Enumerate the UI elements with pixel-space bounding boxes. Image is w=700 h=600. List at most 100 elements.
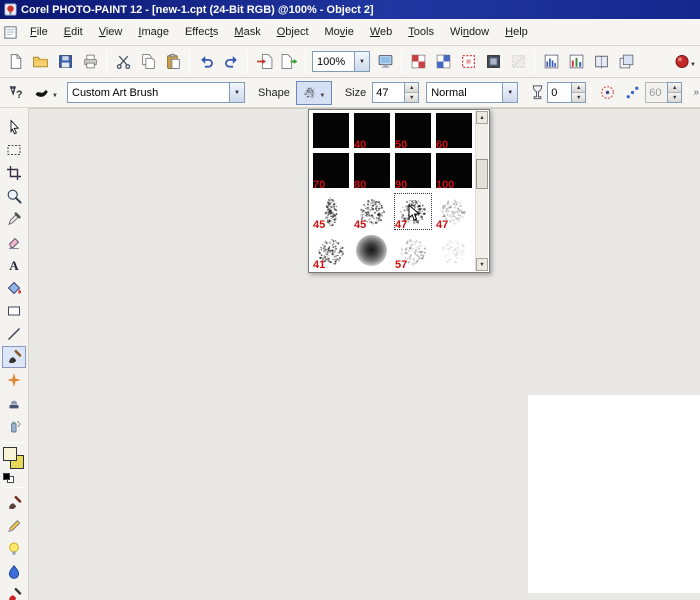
paste-button[interactable] xyxy=(161,50,185,74)
size-decrement-button[interactable] xyxy=(405,92,418,102)
menu-file[interactable]: File xyxy=(22,22,56,42)
size-increment-button[interactable] xyxy=(405,83,418,92)
brush-options-button[interactable] xyxy=(3,81,27,105)
stroke-preview-button[interactable] xyxy=(28,81,64,105)
menu-mask[interactable]: Mask xyxy=(226,22,268,42)
scrollbar-thumb[interactable] xyxy=(476,159,488,189)
transparency-decrement-button[interactable] xyxy=(572,92,585,102)
scroll-down-button[interactable] xyxy=(476,258,488,271)
undo-button[interactable] xyxy=(194,50,218,74)
brush-settings-button[interactable] xyxy=(595,81,619,105)
nib-item-11[interactable]: 47 xyxy=(434,192,474,231)
eraser-tool[interactable] xyxy=(2,231,26,253)
nib-item-12[interactable]: 41 xyxy=(311,232,351,271)
image-sprayer-tool[interactable] xyxy=(2,415,26,437)
redo-button[interactable] xyxy=(219,50,243,74)
toolbar-overflow-chevron[interactable] xyxy=(691,82,700,104)
combo-dropdown-icon[interactable] xyxy=(502,83,517,102)
clone-tool[interactable] xyxy=(2,392,26,414)
combo-dropdown-icon[interactable] xyxy=(354,52,369,71)
nib-item-14[interactable]: 57 xyxy=(393,232,433,271)
dab-attributes-button[interactable] xyxy=(620,81,644,105)
nib-grid: 40 50 60 70 80 90 100 45 45 47 47 41 57 xyxy=(311,112,474,271)
nib-item-8[interactable]: 45 xyxy=(311,192,351,231)
transparency-increment-button[interactable] xyxy=(572,83,585,92)
nib-scrollbar[interactable] xyxy=(475,111,488,271)
zoom-level-combo[interactable]: 100% xyxy=(312,51,370,72)
brush-settings-docker-button[interactable] xyxy=(589,50,613,74)
clear-mask-button[interactable] xyxy=(506,50,530,74)
nib-item-7[interactable]: 100 xyxy=(434,152,474,191)
merge-mode-combo[interactable]: Normal xyxy=(426,82,518,103)
menu-movie[interactable]: Movie xyxy=(317,22,362,42)
nib-item-0[interactable] xyxy=(311,112,351,151)
pencil-icon[interactable] xyxy=(2,515,26,537)
pick-tool[interactable] xyxy=(2,116,26,138)
nib-shape-picker-button[interactable] xyxy=(296,81,332,105)
paint-on-mask-button[interactable] xyxy=(406,50,430,74)
droplet-icon[interactable] xyxy=(2,561,26,583)
cut-button[interactable] xyxy=(111,50,135,74)
paint-tool[interactable] xyxy=(2,346,26,368)
open-button[interactable] xyxy=(28,50,52,74)
nib-item-1[interactable]: 40 xyxy=(352,112,392,151)
document-page[interactable] xyxy=(528,395,700,593)
size-spinner xyxy=(372,82,419,103)
new-button[interactable] xyxy=(3,50,27,74)
rectangle-tool[interactable] xyxy=(2,300,26,322)
combo-dropdown-icon[interactable] xyxy=(229,83,244,102)
nib-item-4[interactable]: 70 xyxy=(311,152,351,191)
nib-item-2[interactable]: 50 xyxy=(393,112,433,151)
mask-marquee-button[interactable] xyxy=(456,50,480,74)
paint-color-swatch[interactable] xyxy=(3,447,17,461)
nib-item-6[interactable]: 90 xyxy=(393,152,433,191)
application-launcher-button[interactable] xyxy=(673,50,697,74)
menu-edit[interactable]: Edit xyxy=(56,22,91,42)
menu-view[interactable]: View xyxy=(91,22,131,42)
size-input[interactable] xyxy=(372,82,404,103)
fill-tool[interactable] xyxy=(2,277,26,299)
red-brush-icon[interactable] xyxy=(2,584,26,600)
copy-button[interactable] xyxy=(136,50,160,74)
effect-tool[interactable] xyxy=(2,369,26,391)
menu-window[interactable]: Window xyxy=(442,22,497,42)
separator xyxy=(4,487,24,488)
zoom-tool[interactable] xyxy=(2,185,26,207)
invert-mask-button[interactable] xyxy=(481,50,505,74)
objects-docker-button[interactable] xyxy=(539,50,563,74)
nib-item-9[interactable]: 45 xyxy=(352,192,392,231)
nib-item-3[interactable]: 60 xyxy=(434,112,474,151)
line-tool[interactable] xyxy=(2,323,26,345)
soft-edge-decrement-button[interactable] xyxy=(668,92,681,102)
menu-image[interactable]: Image xyxy=(130,22,177,42)
channels-docker-button[interactable] xyxy=(564,50,588,74)
mask-overlay-button[interactable] xyxy=(431,50,455,74)
fullscreen-preview-button[interactable] xyxy=(373,50,397,74)
info-docker-button[interactable] xyxy=(614,50,638,74)
app-icon[interactable] xyxy=(4,3,17,16)
menu-web[interactable]: Web xyxy=(362,22,400,42)
print-button[interactable] xyxy=(78,50,102,74)
nib-item-13[interactable] xyxy=(352,232,392,271)
default-colors-icon[interactable] xyxy=(3,473,10,480)
brush-category-combo[interactable]: Custom Art Brush xyxy=(67,82,245,103)
save-button[interactable] xyxy=(53,50,77,74)
scroll-up-button[interactable] xyxy=(476,111,488,124)
export-button[interactable] xyxy=(277,50,301,74)
crop-tool[interactable] xyxy=(2,162,26,184)
brush-brown-icon[interactable] xyxy=(2,492,26,514)
eyedropper-tool[interactable] xyxy=(2,208,26,230)
soft-edge-increment-button[interactable] xyxy=(668,83,681,92)
menu-object[interactable]: Object xyxy=(269,22,317,42)
text-tool[interactable] xyxy=(2,254,26,276)
nib-item-5[interactable]: 80 xyxy=(352,152,392,191)
import-button[interactable] xyxy=(252,50,276,74)
nib-item-15[interactable] xyxy=(434,232,474,271)
document-window-icon[interactable] xyxy=(3,25,18,40)
rectangle-mask-tool[interactable] xyxy=(2,139,26,161)
transparency-input[interactable] xyxy=(547,82,571,103)
menu-help[interactable]: Help xyxy=(497,22,536,42)
lightbulb-icon[interactable] xyxy=(2,538,26,560)
menu-tools[interactable]: Tools xyxy=(400,22,442,42)
menu-effects[interactable]: Effects xyxy=(177,22,226,42)
